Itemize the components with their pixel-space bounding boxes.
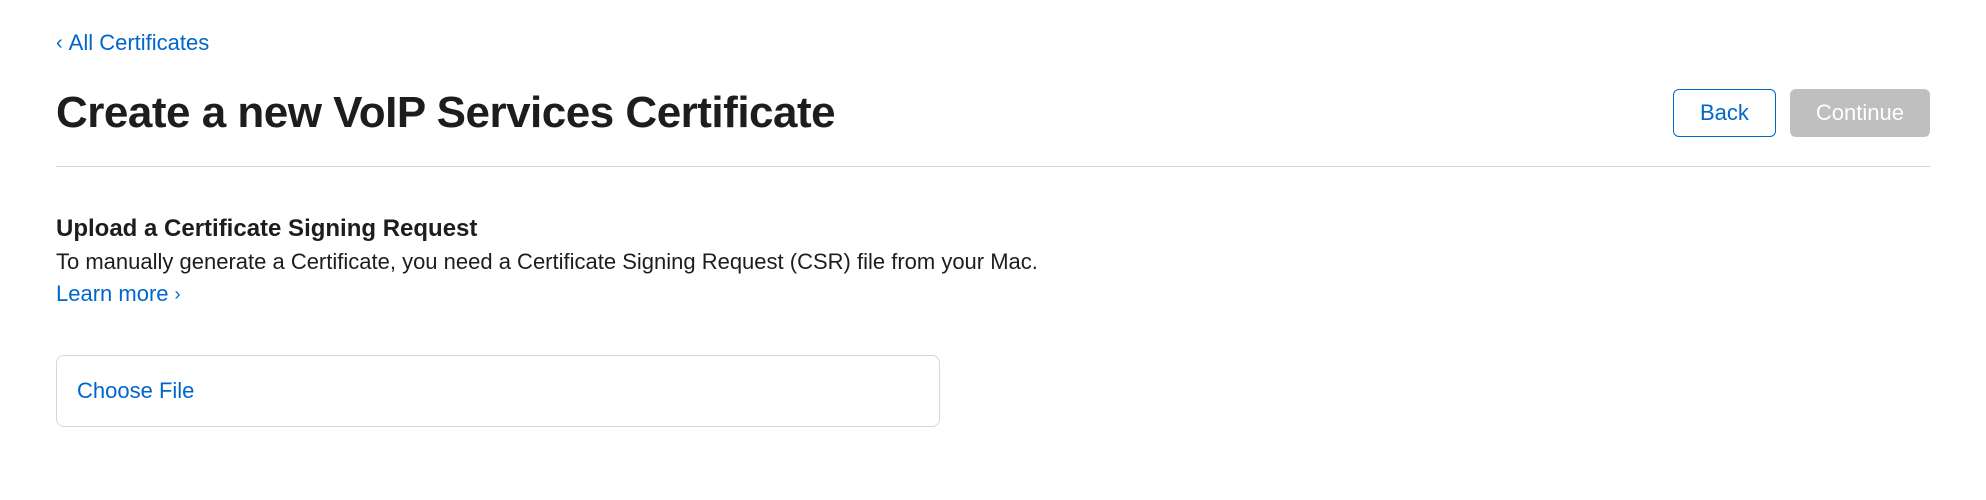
section-description: To manually generate a Certificate, you … (56, 249, 1930, 275)
chevron-right-icon: › (175, 284, 181, 305)
breadcrumb-label: All Certificates (69, 30, 210, 56)
choose-file-box[interactable]: Choose File (56, 355, 940, 427)
upload-section: Upload a Certificate Signing Request To … (56, 215, 1930, 355)
learn-more-label: Learn more (56, 281, 169, 307)
section-title: Upload a Certificate Signing Request (56, 215, 1930, 243)
back-button[interactable]: Back (1673, 89, 1776, 137)
continue-button: Continue (1790, 89, 1930, 137)
button-group: Back Continue (1673, 89, 1930, 137)
chevron-left-icon: ‹ (56, 32, 63, 55)
learn-more-link[interactable]: Learn more › (56, 281, 181, 307)
breadcrumb-all-certificates[interactable]: ‹ All Certificates (56, 30, 209, 56)
choose-file-label: Choose File (77, 378, 194, 403)
header-row: Create a new VoIP Services Certificate B… (56, 88, 1930, 167)
page-title: Create a new VoIP Services Certificate (56, 88, 835, 138)
